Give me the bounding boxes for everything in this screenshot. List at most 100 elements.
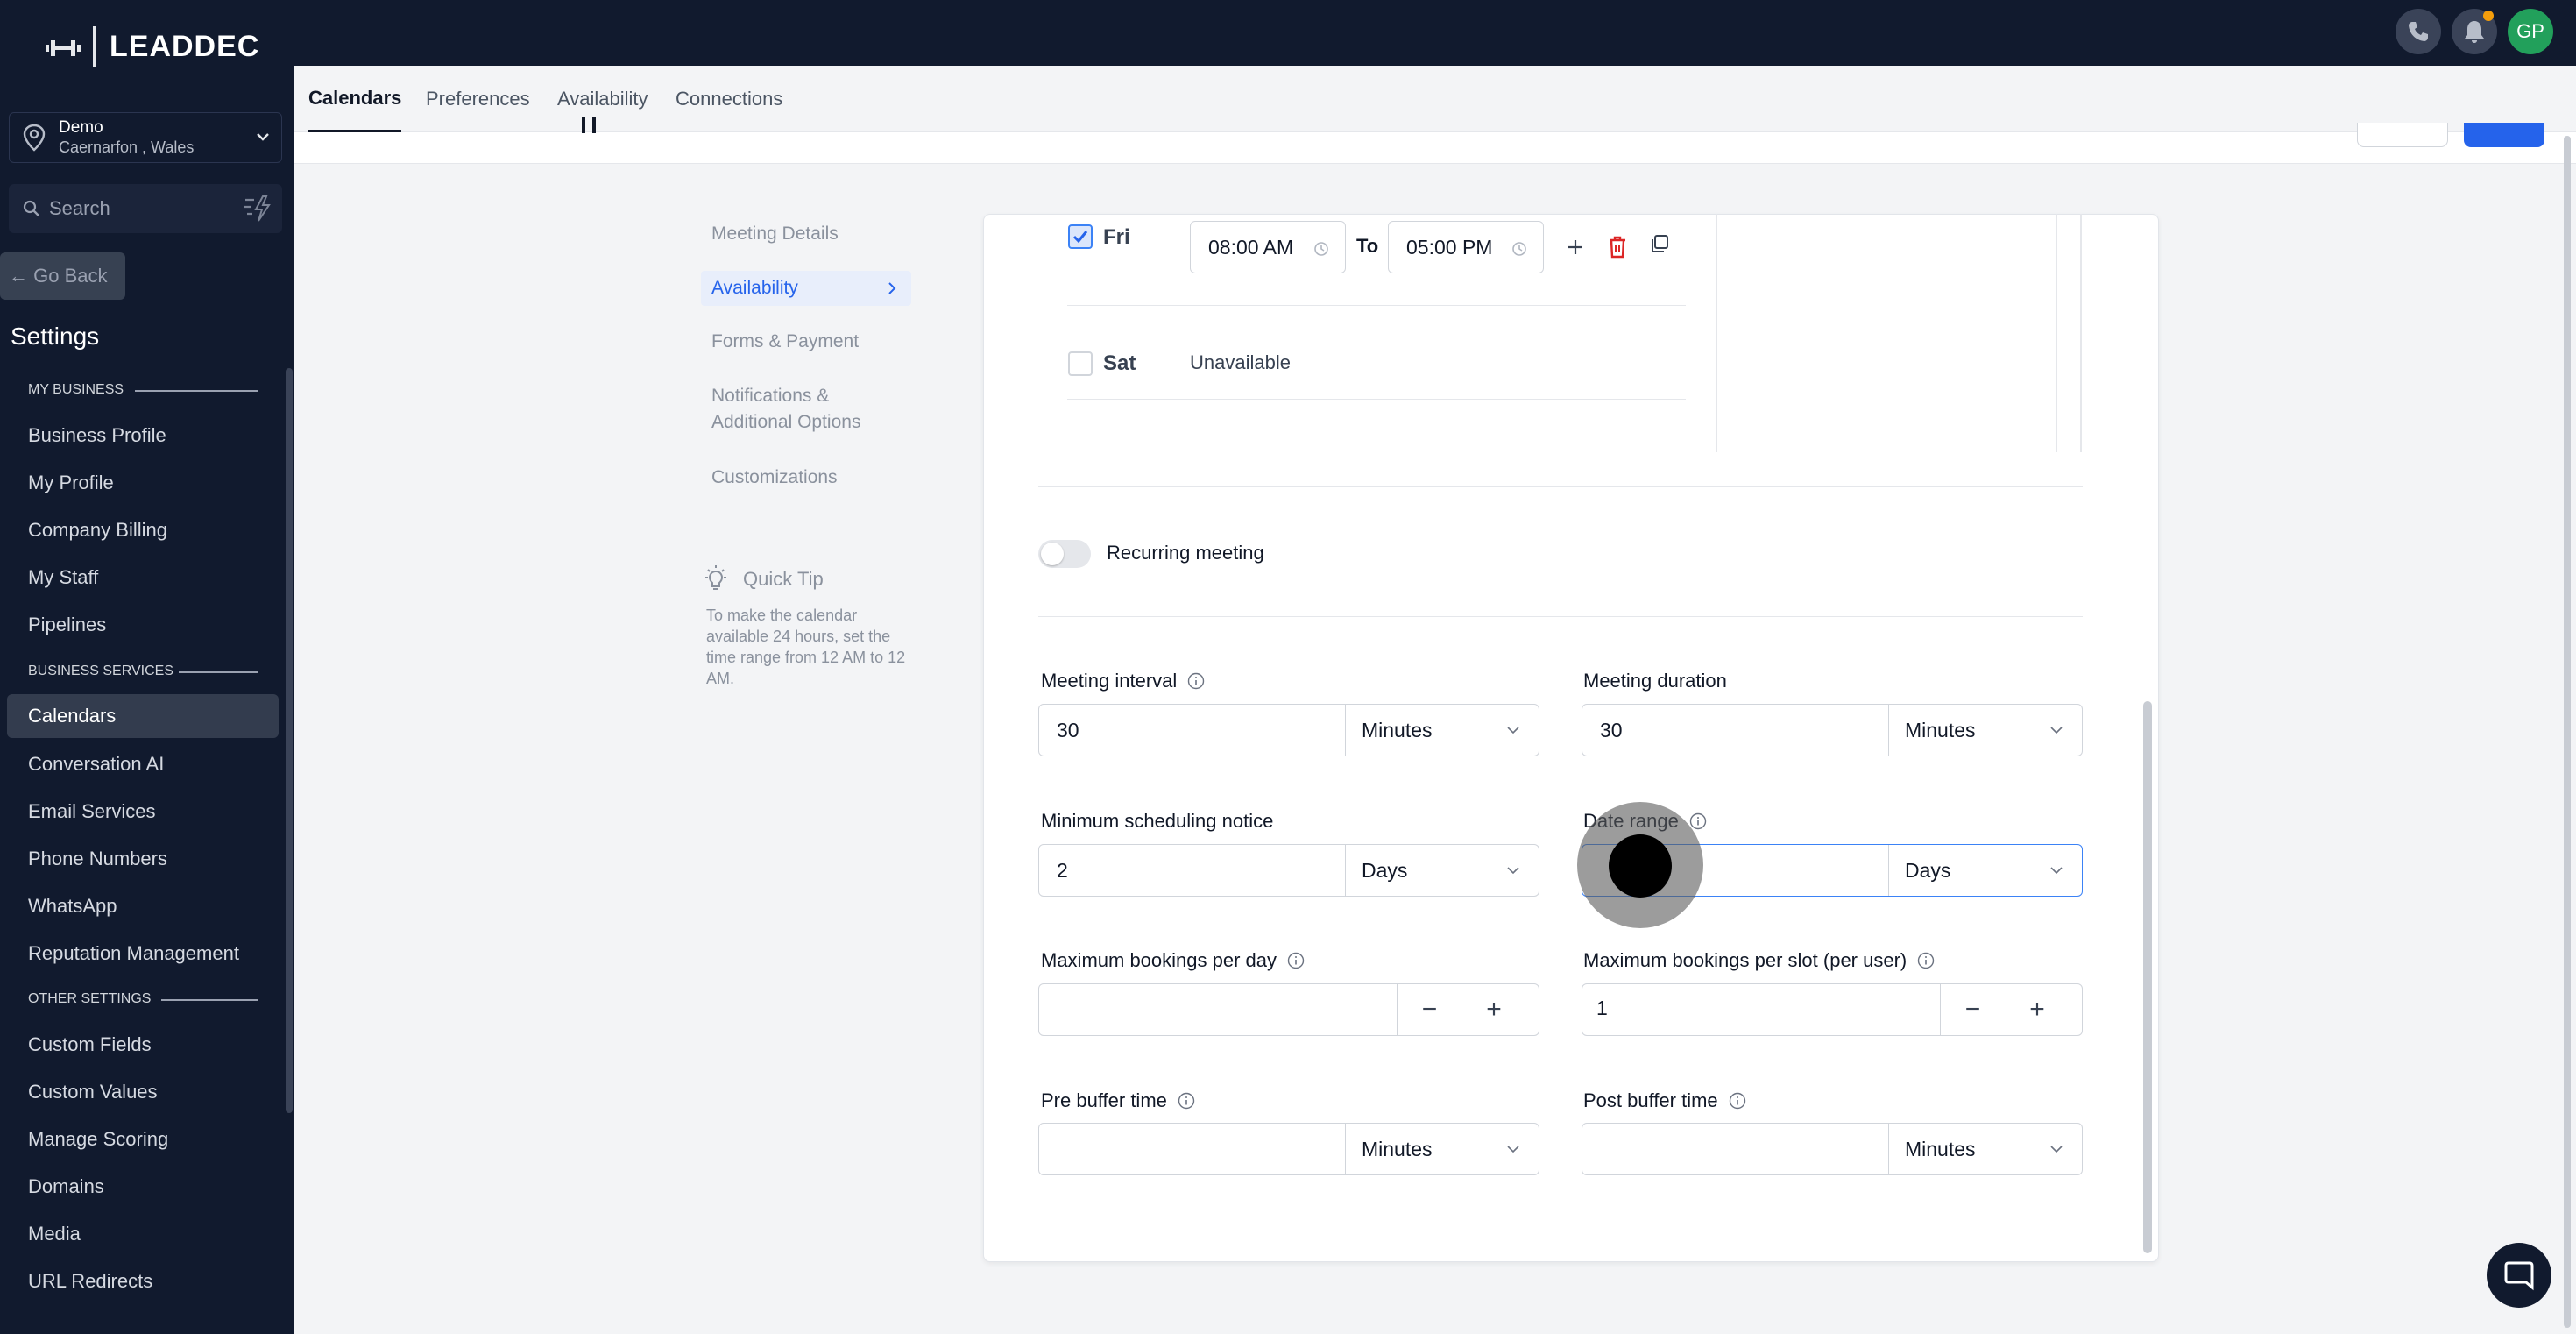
copy-icon[interactable] bbox=[1649, 233, 1670, 254]
unit-value: Minutes bbox=[1905, 718, 1976, 742]
fri-end-time[interactable]: 05:00 PM bbox=[1388, 221, 1544, 273]
step-meeting-details[interactable]: Meeting Details bbox=[701, 221, 911, 247]
meeting-interval-input[interactable]: 30 bbox=[1057, 705, 1079, 756]
sidebar-item-pipelines[interactable]: Pipelines bbox=[7, 603, 279, 647]
notifications-button[interactable] bbox=[2452, 9, 2497, 54]
meeting-duration-label: Meeting duration bbox=[1583, 670, 1727, 692]
avatar[interactable]: GP bbox=[2508, 9, 2553, 54]
sidebar-item-url-redirects[interactable]: URL Redirects bbox=[7, 1259, 279, 1303]
post-buffer-label: Post buffer time bbox=[1583, 1089, 1746, 1112]
chevron-down-icon bbox=[2050, 867, 2063, 875]
sidebar-item-my-staff[interactable]: My Staff bbox=[7, 556, 279, 600]
phone-icon bbox=[2409, 22, 2428, 41]
sidebar-scrollbar[interactable] bbox=[286, 368, 293, 1113]
max-per-slot-label: Maximum bookings per slot (per user) bbox=[1583, 949, 1935, 972]
sidebar-item-email-services[interactable]: Email Services bbox=[7, 790, 279, 834]
chat-widget-button[interactable] bbox=[2487, 1243, 2551, 1308]
chevron-right-icon bbox=[888, 282, 896, 294]
quick-action-bolt-icon[interactable] bbox=[242, 195, 272, 223]
recurring-toggle[interactable] bbox=[1038, 540, 1091, 568]
increment-button[interactable]: + bbox=[1461, 984, 1526, 1035]
pre-buffer-label: Pre buffer time bbox=[1041, 1089, 1195, 1112]
sidebar-item-calendars[interactable]: Calendars bbox=[7, 694, 279, 738]
sat-checkbox[interactable] bbox=[1068, 351, 1093, 376]
chevron-down-icon bbox=[257, 133, 269, 141]
add-slot-icon[interactable] bbox=[1565, 237, 1586, 258]
max-per-slot-field[interactable]: 1 − + bbox=[1582, 983, 2083, 1036]
notification-badge bbox=[2483, 11, 2494, 21]
sidebar-item-media[interactable]: Media bbox=[7, 1212, 279, 1256]
step-availability[interactable]: Availability bbox=[701, 271, 911, 306]
sidebar-item-manage-scoring[interactable]: Manage Scoring bbox=[7, 1118, 279, 1161]
sidebar-item-custom-fields[interactable]: Custom Fields bbox=[7, 1023, 279, 1067]
sidebar-item-conversation-ai[interactable]: Conversation AI bbox=[7, 742, 279, 786]
sidebar-item-company-billing[interactable]: Company Billing bbox=[7, 508, 279, 552]
min-notice-field[interactable]: 2 Days bbox=[1038, 844, 1539, 897]
section-other-settings: OTHER SETTINGS bbox=[28, 991, 258, 1007]
post-buffer-unit-select[interactable]: Minutes bbox=[1888, 1124, 2083, 1174]
section-rule bbox=[135, 390, 258, 392]
meeting-interval-label: Meeting interval bbox=[1041, 670, 1205, 692]
brand-logo[interactable]: LEADDEC bbox=[46, 26, 259, 67]
cancel-button[interactable] bbox=[2357, 123, 2448, 147]
sidebar-item-domains[interactable]: Domains bbox=[7, 1165, 279, 1209]
delete-icon[interactable] bbox=[1607, 235, 1628, 259]
fri-start-time[interactable]: 08:00 AM bbox=[1190, 221, 1346, 273]
sidebar-search[interactable]: Search bbox=[9, 184, 282, 233]
sidebar-item-reputation-management[interactable]: Reputation Management bbox=[7, 932, 279, 976]
meeting-duration-unit-select[interactable]: Minutes bbox=[1888, 705, 2083, 756]
info-icon[interactable] bbox=[1287, 952, 1305, 969]
end-time-value: 05:00 PM bbox=[1406, 235, 1493, 259]
meeting-duration-field[interactable]: 30 Minutes bbox=[1582, 704, 2083, 756]
card-scrollbar[interactable] bbox=[2143, 701, 2152, 1253]
decrement-button[interactable]: − bbox=[1940, 984, 2005, 1035]
sidebar-item-whatsapp[interactable]: WhatsApp bbox=[7, 884, 279, 928]
info-icon[interactable] bbox=[1187, 672, 1205, 690]
tab-connections[interactable]: Connections bbox=[676, 66, 782, 132]
search-input[interactable]: Search bbox=[49, 197, 110, 220]
info-icon[interactable] bbox=[1917, 952, 1935, 969]
panel-divider bbox=[2080, 214, 2082, 452]
info-icon[interactable] bbox=[1729, 1092, 1746, 1110]
page-scrollbar[interactable] bbox=[2564, 136, 2571, 1328]
unit-value: Minutes bbox=[1905, 1137, 1976, 1160]
go-back-button[interactable]: ← Go Back bbox=[0, 252, 125, 300]
increment-button[interactable]: + bbox=[2005, 984, 2070, 1035]
info-icon[interactable] bbox=[1178, 1092, 1195, 1110]
phone-button[interactable] bbox=[2396, 9, 2441, 54]
step-customizations[interactable]: Customizations bbox=[701, 465, 911, 491]
settings-title: Settings bbox=[11, 323, 100, 350]
min-notice-input[interactable]: 2 bbox=[1057, 845, 1068, 896]
decrement-button[interactable]: − bbox=[1397, 984, 1461, 1035]
label-text: Maximum bookings per day bbox=[1041, 949, 1277, 971]
fri-checkbox[interactable] bbox=[1068, 224, 1093, 249]
location-switcher[interactable]: Demo Caernarfon , Wales bbox=[9, 112, 282, 163]
step-notifications[interactable]: Notifications & Additional Options bbox=[701, 383, 911, 436]
unit-value: Minutes bbox=[1362, 718, 1433, 742]
label-text: Meeting interval bbox=[1041, 670, 1178, 692]
info-icon[interactable] bbox=[1689, 812, 1707, 830]
section-rule bbox=[179, 671, 258, 673]
start-time-value: 08:00 AM bbox=[1208, 235, 1294, 259]
sidebar-item-custom-values[interactable]: Custom Values bbox=[7, 1070, 279, 1114]
header-title-fragment bbox=[582, 116, 603, 135]
tab-bar: Calendars Preferences Availability Conne… bbox=[294, 66, 2576, 132]
save-button[interactable] bbox=[2464, 123, 2544, 147]
meeting-interval-field[interactable]: 30 Minutes bbox=[1038, 704, 1539, 756]
min-notice-unit-select[interactable]: Days bbox=[1345, 845, 1539, 896]
pre-buffer-unit-select[interactable]: Minutes bbox=[1345, 1124, 1539, 1174]
sidebar-item-phone-numbers[interactable]: Phone Numbers bbox=[7, 837, 279, 881]
meeting-duration-input[interactable]: 30 bbox=[1600, 705, 1623, 756]
max-per-slot-input[interactable]: 1 bbox=[1596, 984, 1608, 1032]
section-rule bbox=[161, 999, 258, 1001]
pre-buffer-field[interactable]: Minutes bbox=[1038, 1123, 1539, 1175]
sidebar-item-my-profile[interactable]: My Profile bbox=[7, 461, 279, 505]
date-range-unit-select[interactable]: Days bbox=[1888, 845, 2083, 896]
max-per-day-field[interactable]: − + bbox=[1038, 983, 1539, 1036]
post-buffer-field[interactable]: Minutes bbox=[1582, 1123, 2083, 1175]
step-forms-payment[interactable]: Forms & Payment bbox=[701, 329, 911, 355]
sidebar-item-business-profile[interactable]: Business Profile bbox=[7, 414, 279, 458]
tab-preferences[interactable]: Preferences bbox=[426, 66, 530, 132]
tab-calendars[interactable]: Calendars bbox=[308, 66, 402, 132]
meeting-interval-unit-select[interactable]: Minutes bbox=[1345, 705, 1539, 756]
